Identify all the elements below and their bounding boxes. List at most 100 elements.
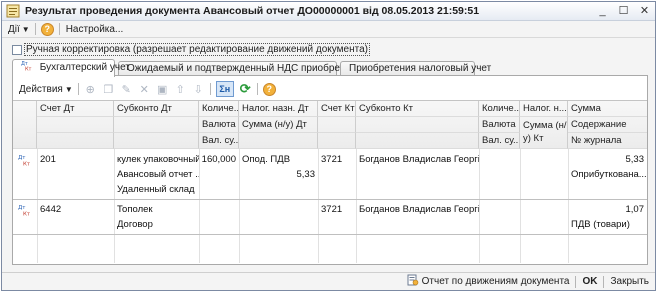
header-subkonto-kt[interactable]: Субконто Кт: [356, 101, 479, 117]
header-val-sum-dt[interactable]: Вал. су...: [199, 133, 239, 149]
movement-report-label: Отчет по движениям документа: [421, 276, 570, 287]
tab-accounting-label: Бухгалтерский учет: [39, 62, 130, 74]
header-currency-dt[interactable]: Валюта ...: [199, 117, 239, 133]
tab-tax-purchases[interactable]: Приобретения налоговый учет: [340, 61, 491, 76]
status-separator: [575, 275, 577, 288]
header-empty: [114, 117, 199, 133]
cell-subkonto-dt-2: Авансовый отчет ...: [117, 169, 199, 180]
maximize-icon[interactable]: ☐: [617, 5, 630, 18]
column-divider: [520, 149, 521, 263]
add-row-icon[interactable]: ⊕: [84, 83, 97, 96]
svg-text:Кт: Кт: [23, 212, 31, 217]
svg-text:Дт: Дт: [18, 205, 26, 211]
svg-text:Кт: Кт: [23, 162, 31, 167]
result-window: Результат проведения документа Авансовый…: [1, 1, 656, 291]
grid-actions-label: Действия: [19, 83, 63, 95]
document-icon: [6, 4, 20, 18]
close-button[interactable]: Закрыть: [610, 276, 649, 287]
movements-table: Счет Дт Субконто Дт Количе... Валюта ...…: [13, 100, 647, 264]
cell-sum: 1,07: [625, 204, 645, 215]
header-sum[interactable]: Сумма: [568, 101, 647, 117]
header-acct-kt[interactable]: Счет Кт: [318, 101, 356, 117]
manual-correction-label[interactable]: Ручная корректировка (разрешает редактир…: [24, 43, 370, 56]
title-bar: Результат проведения документа Авансовый…: [2, 2, 655, 21]
tab-accounting[interactable]: Дт Кт Бухгалтерский учет: [12, 59, 130, 77]
manual-correction-row: Ручная корректировка (разрешает редактир…: [12, 43, 370, 56]
header-qty-dt[interactable]: Количе...: [199, 101, 239, 117]
cell-acct-dt: 201: [40, 154, 56, 165]
movement-report-button[interactable]: Отчет по движениям документа: [407, 274, 570, 289]
row-divider: [13, 199, 647, 200]
grid-actions-menu[interactable]: Действия ▼: [19, 84, 73, 95]
row-divider: [13, 234, 647, 235]
header-empty: [37, 117, 114, 133]
column-divider: [479, 149, 480, 263]
cell-subkonto-dt-1: Тополек: [117, 204, 153, 215]
svg-text:Кт: Кт: [25, 67, 32, 72]
grid-toolbar: Действия ▼ ⊕ ❐ ✎ ✕ ▣ ⇧ ⇩ Σн ⟳ ?: [13, 78, 647, 100]
status-separator: [603, 275, 605, 288]
chevron-down-icon: ▼: [21, 24, 30, 34]
tab-vat-expected-label: Ожидаемый и подтвержденный НДС приобрете…: [127, 63, 367, 74]
move-up-icon[interactable]: ⇧: [174, 83, 187, 96]
header-acct-dt[interactable]: Счет Дт: [37, 101, 114, 117]
cell-qty-dt: 160,000: [201, 154, 236, 165]
toolbar-separator: [256, 83, 258, 95]
minimize-icon[interactable]: _: [596, 5, 609, 18]
actions-menu-label: Дії: [8, 23, 20, 35]
cell-subkonto-dt-3: Удаленный склад: [117, 184, 195, 195]
header-empty: [239, 133, 318, 149]
cell-subkonto-kt: Богданов Владислав Георгі...: [359, 204, 479, 215]
header-subkonto-dt[interactable]: Субконто Дт: [114, 101, 199, 117]
cell-acct-dt: 6442: [40, 204, 62, 215]
cell-tax-dt: Опод. ПДВ: [242, 154, 291, 165]
toolbar-separator: [209, 83, 211, 95]
header-sum-nu-kt[interactable]: Сумма (н/у) Кт: [520, 117, 568, 149]
debit-credit-icon: Дт Кт: [21, 60, 33, 75]
header-journal[interactable]: № журнала: [568, 133, 647, 149]
header-empty: [114, 133, 199, 149]
header-content[interactable]: Содержание: [568, 117, 647, 133]
close-icon[interactable]: ✕: [638, 5, 651, 18]
header-empty: [318, 133, 356, 149]
manual-correction-checkbox[interactable]: [12, 44, 22, 55]
sum-toggle-icon[interactable]: Σн: [215, 81, 234, 97]
header-currency-kt[interactable]: Валюта ...: [479, 117, 520, 133]
header-tax-dt[interactable]: Налог. назн. Дт: [239, 101, 318, 117]
ok-button[interactable]: OK: [582, 276, 597, 287]
header-icon-column: [13, 101, 37, 149]
copy-row-icon[interactable]: ❐: [102, 83, 115, 96]
header-val-sum-kt[interactable]: Вал. су...: [479, 133, 520, 149]
cell-content: Оприбуткована...: [571, 169, 647, 180]
move-down-icon[interactable]: ⇩: [192, 83, 205, 96]
actions-menu[interactable]: Дії ▼: [8, 24, 30, 35]
tab-vat-expected[interactable]: Ожидаемый и подтвержденный НДС приобрете…: [118, 61, 366, 76]
header-tax-kt[interactable]: Налог. н...: [520, 101, 568, 117]
save-icon[interactable]: ▣: [156, 83, 169, 96]
menu-separator: [34, 23, 36, 35]
edit-row-icon[interactable]: ✎: [120, 83, 133, 96]
menu-separator: [58, 23, 60, 35]
tab-tax-purchases-label: Приобретения налоговый учет: [349, 63, 492, 74]
svg-text:Дт: Дт: [18, 155, 26, 161]
refresh-icon[interactable]: ⟳: [239, 81, 252, 96]
header-qty-kt[interactable]: Количе...: [479, 101, 520, 117]
header-sum-nu-dt[interactable]: Сумма (н/у) Дт: [239, 117, 318, 133]
debit-credit-icon: Дт Кт: [18, 204, 32, 218]
chevron-down-icon: ▼: [64, 84, 73, 94]
cell-subkonto-dt-2: Договор: [117, 219, 153, 230]
menu-bar: Дії ▼ ? Настройка...: [2, 21, 655, 38]
report-icon: [407, 274, 419, 289]
table-header: Счет Дт Субконто Дт Количе... Валюта ...…: [13, 101, 647, 149]
help-icon[interactable]: ?: [40, 22, 54, 36]
help-icon[interactable]: ?: [262, 82, 276, 96]
settings-menu[interactable]: Настройка...: [66, 24, 124, 35]
header-empty: [318, 117, 356, 133]
cell-sum-nu-dt: 5,33: [296, 169, 316, 180]
cell-acct-kt: 3721: [321, 204, 343, 215]
cell-sum: 5,33: [625, 154, 645, 165]
cell-acct-kt: 3721: [321, 154, 343, 165]
delete-row-icon[interactable]: ✕: [138, 83, 151, 96]
header-empty: [356, 117, 479, 133]
cell-subkonto-dt-1: кулек упаковочный: [117, 154, 199, 165]
